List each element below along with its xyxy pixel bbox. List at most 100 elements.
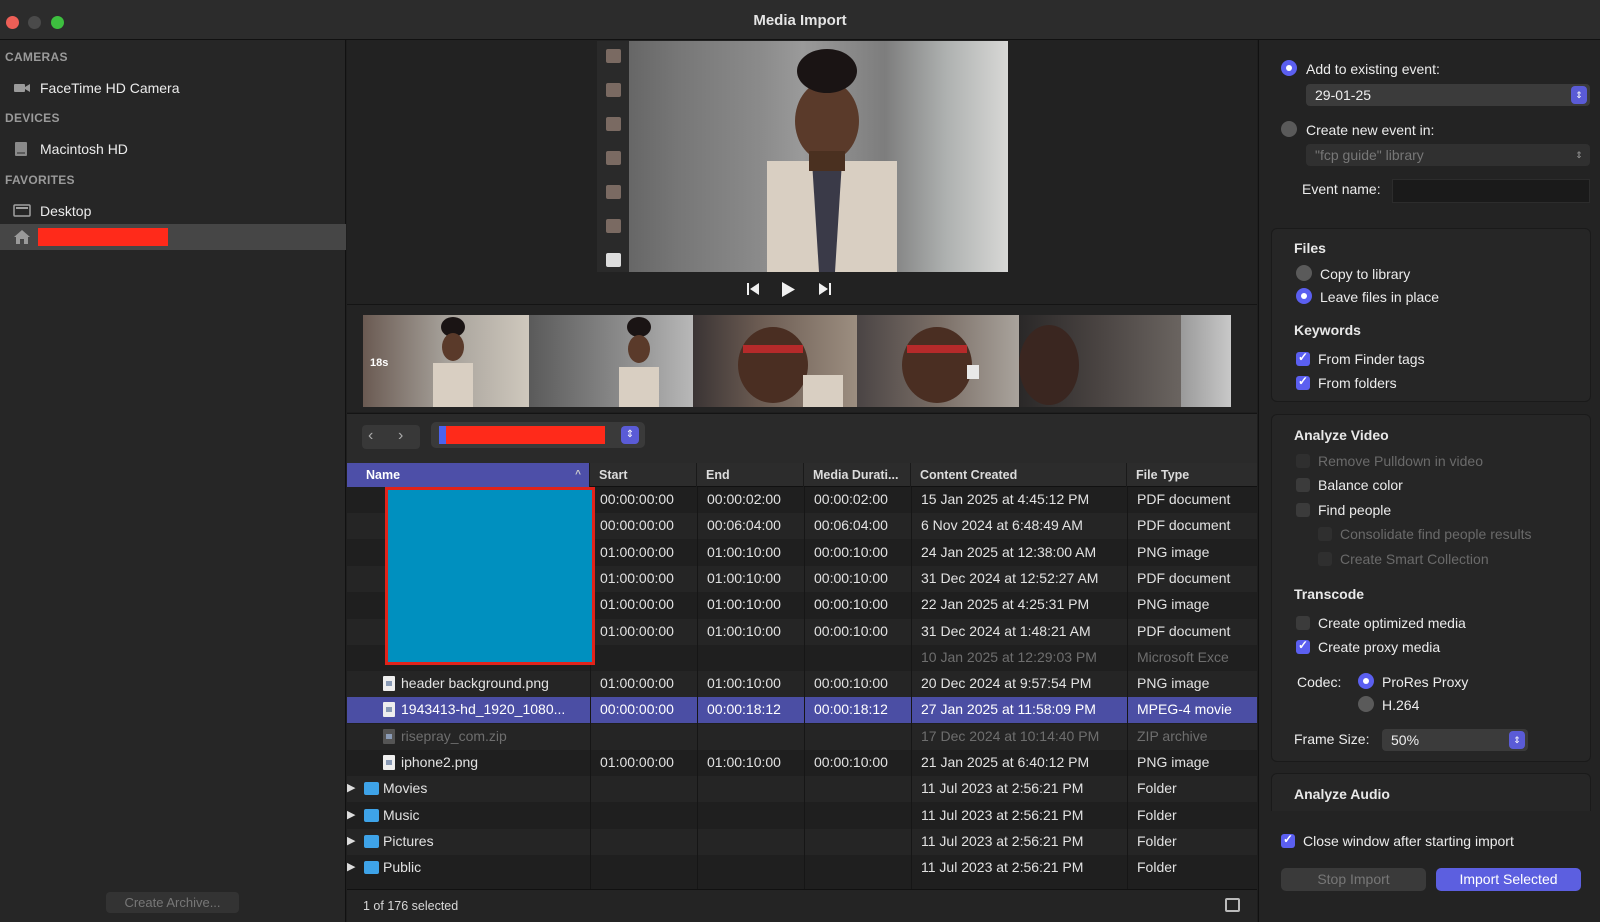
cell-type: ZIP archive xyxy=(1137,727,1208,744)
redacted-file-names xyxy=(385,487,595,665)
column-header-start[interactable]: Start xyxy=(590,463,697,487)
cell-start: 01:00:00:00 xyxy=(600,543,674,560)
cell-end: 00:06:04:00 xyxy=(707,517,781,534)
balance-color-label: Balance color xyxy=(1318,477,1403,493)
remove-pulldown-checkbox[interactable] xyxy=(1296,454,1310,468)
frame-size-value: 50% xyxy=(1391,732,1420,748)
disclosure-triangle-icon[interactable]: ▶ xyxy=(347,808,355,821)
disclosure-triangle-icon[interactable]: ▶ xyxy=(347,834,355,847)
skip-back-icon[interactable] xyxy=(746,282,760,296)
codec-label: Codec: xyxy=(1297,674,1342,690)
cell-end: 01:00:10:00 xyxy=(707,596,781,613)
find-people-label: Find people xyxy=(1318,502,1392,518)
sidebar-item-home[interactable] xyxy=(0,224,346,250)
cell-created: 20 Dec 2024 at 9:57:54 PM xyxy=(921,675,1092,692)
cell-type: PNG image xyxy=(1137,596,1210,613)
library-select[interactable]: "fcp guide" library ⇕ xyxy=(1306,144,1590,166)
cell-type: Folder xyxy=(1137,806,1177,823)
cell-type: PDF document xyxy=(1137,517,1231,534)
disk-icon xyxy=(15,142,27,156)
sources-sidebar: CAMERAS FaceTime HD Camera DEVICES Macin… xyxy=(0,40,346,922)
column-header-end[interactable]: End xyxy=(697,463,804,487)
column-header-file-type[interactable]: File Type xyxy=(1127,463,1257,487)
play-icon[interactable] xyxy=(781,282,795,297)
add-existing-event-radio[interactable] xyxy=(1281,60,1297,76)
close-window-checkbox[interactable] xyxy=(1281,832,1295,848)
title-bar: Media Import xyxy=(0,0,1600,40)
h264-radio[interactable] xyxy=(1358,696,1374,712)
copy-to-library-radio[interactable] xyxy=(1296,265,1312,281)
cell-created: 24 Jan 2025 at 12:38:00 AM xyxy=(921,543,1097,560)
cell-type: PNG image xyxy=(1137,543,1210,560)
column-header-label: Name xyxy=(366,468,401,482)
file-name: Public xyxy=(383,859,422,876)
clip-filmstrip[interactable]: 18s xyxy=(347,304,1257,412)
import-selected-button[interactable]: Import Selected xyxy=(1436,868,1581,891)
cell-created: 22 Jan 2025 at 4:25:31 PM xyxy=(921,596,1090,613)
cell-duration: 00:00:10:00 xyxy=(814,569,888,586)
disclosure-triangle-icon[interactable]: ▶ xyxy=(347,781,355,794)
frame-size-select[interactable]: 50% ⇕ xyxy=(1382,729,1528,751)
find-people-checkbox[interactable] xyxy=(1296,503,1310,517)
filmstrip-frame xyxy=(529,315,693,407)
folder-path-popup[interactable]: ⇕ xyxy=(431,422,645,448)
table-row[interactable]: header background.png 01:00:00:00 01:00:10… xyxy=(347,671,1257,698)
folder-icon xyxy=(364,834,379,848)
consolidate-label: Consolidate find people results xyxy=(1340,526,1532,542)
event-name-field[interactable] xyxy=(1392,179,1590,203)
balance-color-checkbox[interactable] xyxy=(1296,478,1310,492)
table-row-folder[interactable]: ▶ Pictures 11 Jul 2023 at 2:56:21 PM Folder xyxy=(347,828,1257,855)
from-finder-tags-label: From Finder tags xyxy=(1318,351,1425,367)
consolidate-checkbox[interactable] xyxy=(1318,527,1332,541)
close-window-label: Close window after starting import xyxy=(1303,833,1514,849)
from-folders-checkbox[interactable] xyxy=(1296,374,1310,390)
sidebar-item-desktop[interactable]: Desktop xyxy=(0,198,346,224)
sidebar-item-macintosh-hd[interactable]: Macintosh HD xyxy=(0,136,346,162)
column-header-media-duration[interactable]: Media Durati... xyxy=(804,463,911,487)
analyze-audio-heading: Analyze Audio xyxy=(1294,786,1390,802)
skip-forward-icon[interactable] xyxy=(818,282,832,296)
cell-type: PNG image xyxy=(1137,754,1210,770)
sidebar-item-facetime-camera[interactable]: FaceTime HD Camera xyxy=(0,75,346,101)
table-row-folder[interactable]: ▶ Movies 11 Jul 2023 at 2:56:21 PM Folder xyxy=(347,776,1257,803)
cell-end: 01:00:10:00 xyxy=(707,569,781,586)
create-optimized-checkbox[interactable] xyxy=(1296,616,1310,630)
disclosure-triangle-icon[interactable]: ▶ xyxy=(347,860,355,873)
sort-ascending-icon: ^ xyxy=(575,469,581,480)
chevron-left-icon[interactable]: ‹ xyxy=(368,427,373,445)
event-name-label: Event name: xyxy=(1302,181,1381,197)
table-row-folder[interactable]: ▶ Public 11 Jul 2023 at 2:56:21 PM Folder xyxy=(347,855,1257,881)
table-row[interactable]: iphone2.png 01:00:00:00 01:00:10:00 00:00:1… xyxy=(347,750,1257,776)
create-new-event-radio[interactable] xyxy=(1281,121,1297,137)
copy-to-library-label: Copy to library xyxy=(1320,266,1411,282)
cell-end: 01:00:10:00 xyxy=(707,543,781,560)
prores-proxy-radio[interactable] xyxy=(1358,673,1374,689)
cell-created: 21 Jan 2025 at 6:40:12 PM xyxy=(921,754,1090,770)
column-header-content-created[interactable]: Content Created xyxy=(911,463,1127,487)
cell-duration: 00:00:18:12 xyxy=(814,701,888,718)
table-row[interactable]: risepray_com.zip 17 Dec 2024 at 10:14:40 … xyxy=(347,723,1257,750)
stop-import-button[interactable]: Stop Import xyxy=(1281,868,1426,891)
transcode-heading: Transcode xyxy=(1294,586,1365,602)
cell-start: 01:00:00:00 xyxy=(600,675,674,692)
filmstrip-icon[interactable] xyxy=(1225,898,1240,912)
table-row-folder[interactable]: ▶ Music 11 Jul 2023 at 2:56:21 PM Folder xyxy=(347,803,1257,829)
existing-event-select[interactable]: 29-01-25 ⇕ xyxy=(1306,84,1590,106)
leave-files-in-place-radio[interactable] xyxy=(1296,288,1312,304)
cell-duration: 00:00:02:00 xyxy=(814,491,888,507)
column-header-name[interactable]: Name ^ xyxy=(347,463,590,487)
table-row[interactable]: 1943413-hd_1920_1080... 00:00:00:00 00:00:… xyxy=(347,697,1257,724)
chevron-updown-icon: ⇕ xyxy=(1575,150,1583,160)
create-proxy-checkbox[interactable] xyxy=(1296,638,1310,654)
leave-files-in-place-label: Leave files in place xyxy=(1320,289,1440,305)
file-name: 1943413-hd_1920_1080... xyxy=(401,701,566,718)
from-finder-tags-checkbox[interactable] xyxy=(1296,350,1310,366)
selection-count: 1 of 176 selected xyxy=(363,899,459,913)
cell-type: Folder xyxy=(1137,832,1177,849)
cell-created: 31 Dec 2024 at 1:48:21 AM xyxy=(921,622,1091,639)
chevron-right-icon[interactable]: › xyxy=(398,427,403,445)
smart-collection-checkbox[interactable] xyxy=(1318,552,1332,566)
create-archive-button[interactable]: Create Archive... xyxy=(106,892,239,913)
cell-start: 00:00:00:00 xyxy=(600,491,674,507)
cell-created: 11 Jul 2023 at 2:56:21 PM xyxy=(921,806,1084,823)
